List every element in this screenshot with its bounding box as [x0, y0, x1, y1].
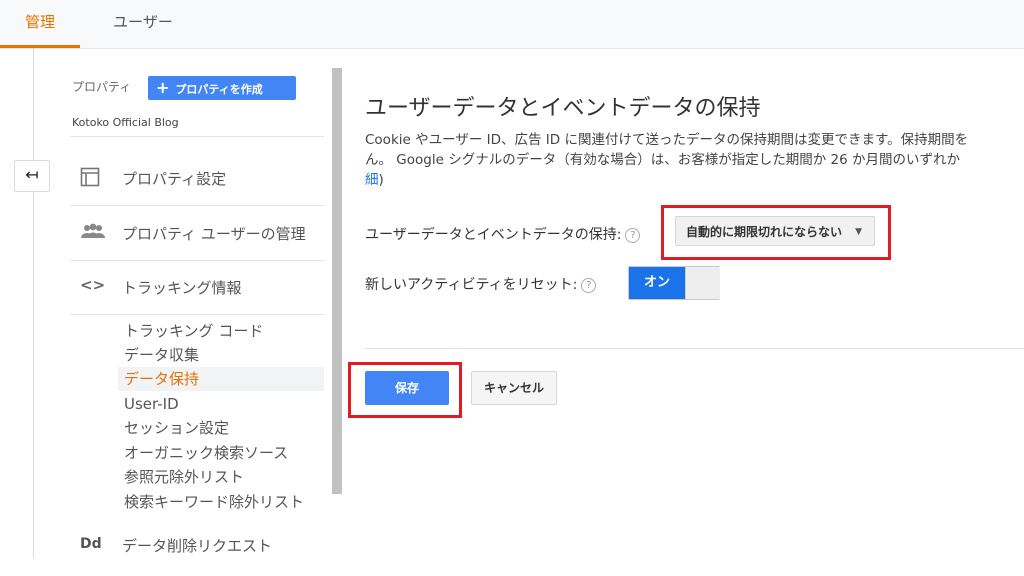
nav-label: トラッキング情報 — [122, 279, 242, 297]
create-property-label: プロパティを作成 — [175, 83, 263, 96]
plus-icon: + — [156, 78, 170, 97]
users-icon — [80, 222, 105, 244]
nav-divider — [33, 48, 34, 558]
subnav-session-settings[interactable]: セッション設定 — [118, 416, 324, 440]
subnav-data-retention[interactable]: データ保持 — [118, 367, 324, 391]
data-deletion-icon: Dd — [80, 536, 102, 552]
subnav-data-collection[interactable]: データ収集 — [118, 343, 324, 367]
subnav-organic-search[interactable]: オーガニック検索ソース — [118, 441, 324, 465]
subnav-user-id[interactable]: User-ID — [118, 392, 324, 416]
tab-admin[interactable]: 管理 — [0, 0, 80, 48]
reset-toggle[interactable]: オン — [628, 266, 720, 300]
help-icon[interactable]: ? — [625, 227, 641, 243]
top-nav: 管理 ユーザー — [0, 0, 1024, 49]
page-title: ユーザーデータとイベントデータの保持 — [365, 96, 761, 121]
nav-property-settings[interactable]: プロパティ設定 — [70, 151, 324, 205]
nav-label: データ削除リクエスト — [122, 537, 273, 555]
nav-data-deletion[interactable]: Dd データ削除リクエスト — [70, 522, 324, 576]
property-name[interactable]: Kotoko Official Blog — [72, 116, 179, 129]
back-arrow-icon[interactable]: ↤ — [14, 160, 50, 192]
scrollbar[interactable] — [332, 68, 342, 494]
cancel-button[interactable]: キャンセル — [471, 371, 557, 405]
description-line-1: Cookie やユーザー ID、広告 ID に関連付けて送ったデータの保持期間は… — [365, 132, 969, 148]
code-icon: <> — [80, 276, 106, 294]
create-property-button[interactable]: + プロパティを作成 — [148, 76, 296, 100]
subnav-tracking-code[interactable]: トラッキング コード — [118, 319, 324, 343]
nav-tracking-info[interactable]: <> トラッキング情報 — [70, 260, 324, 314]
tab-user[interactable]: ユーザー — [100, 0, 186, 48]
subnav-referral-exclusion[interactable]: 参照元除外リスト — [118, 465, 324, 489]
description-paren: ) — [378, 172, 384, 188]
toggle-knob — [685, 267, 720, 299]
property-settings-icon — [80, 167, 104, 189]
description-line-2: ん。 Google シグナルのデータ（有効な場合）は、お客様が指定した期間か 2… — [365, 152, 960, 168]
nav-user-management[interactable]: プロパティ ユーザーの管理 — [70, 206, 324, 260]
details-link[interactable]: 細 — [365, 172, 379, 188]
divider — [70, 314, 324, 315]
property-label: プロパティ — [72, 80, 132, 94]
retention-field: ユーザーデータとイベントデータの保持:? — [365, 224, 641, 244]
property-column: プロパティ + プロパティを作成 Kotoko Official Blog プロパ… — [70, 48, 332, 558]
subnav-search-term-exclusion[interactable]: 検索キーワード除外リスト — [118, 490, 324, 514]
reset-label: 新しいアクティビティをリセット: — [365, 277, 578, 293]
highlight-box — [661, 205, 891, 260]
help-icon[interactable]: ? — [581, 277, 597, 293]
highlight-box — [348, 362, 462, 418]
description: Cookie やユーザー ID、広告 ID に関連付けて送ったデータの保持期間は… — [365, 130, 1024, 190]
divider — [365, 348, 1024, 349]
retention-label: ユーザーデータとイベントデータの保持: — [365, 227, 622, 243]
toggle-on-label: オン — [629, 267, 685, 299]
nav-label: プロパティ設定 — [122, 170, 227, 188]
reset-field: 新しいアクティビティをリセット:? — [365, 274, 597, 294]
divider — [70, 136, 324, 137]
nav-label: プロパティ ユーザーの管理 — [122, 225, 306, 243]
